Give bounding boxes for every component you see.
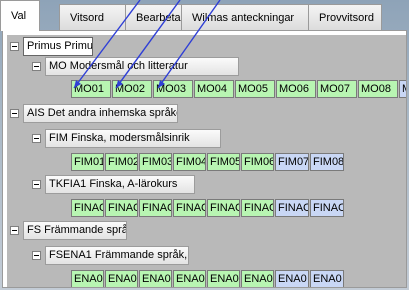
collapse-icon[interactable] (10, 109, 19, 118)
course-cell[interactable]: FIM07 (275, 153, 309, 171)
course-cell[interactable]: FINAC (139, 199, 172, 217)
course-cell[interactable]: FINAC (207, 199, 240, 217)
course-cell[interactable]: MO08 (358, 80, 398, 98)
course-cell[interactable]: MO04 (194, 80, 234, 98)
course-cell[interactable]: FIM06 (241, 153, 274, 171)
course-cell[interactable]: MO06 (276, 80, 316, 98)
collapse-icon[interactable] (32, 134, 41, 143)
course-cell[interactable]: FINAC (71, 199, 104, 217)
course-cell[interactable]: ENA0 (310, 270, 344, 287)
course-cell[interactable]: FIM03 (139, 153, 172, 171)
course-cell[interactable]: FINAC (241, 199, 274, 217)
course-cell[interactable]: MO05 (235, 80, 275, 98)
tab-val[interactable]: Val (0, 0, 40, 31)
course-cell[interactable]: MO03 (153, 80, 193, 98)
tab-bar: Val Vitsord Bearbeta Wilmas anteckningar… (0, 0, 409, 31)
course-cell[interactable]: FINAC (275, 199, 309, 217)
course-cell[interactable]: FIM08 (310, 153, 344, 171)
subgroup-fsena1-label[interactable]: FSENA1 Främmande språk, (45, 246, 189, 265)
course-cell[interactable]: FIM02 (105, 153, 138, 171)
course-cell[interactable]: ENA0 (139, 270, 172, 287)
course-cell[interactable]: ENA0 (241, 270, 274, 287)
course-cell[interactable]: FIM01 (71, 153, 104, 171)
course-cell[interactable]: FINAC (173, 199, 206, 217)
group-mo-label[interactable]: MO Modersmål och litteratur (45, 57, 239, 76)
course-cell[interactable]: ENA0 (71, 270, 104, 287)
tab-wilmas-anteckningar[interactable]: Wilmas anteckningar (181, 4, 309, 30)
course-cell[interactable]: FIM05 (207, 153, 240, 171)
subgroup-fim-label[interactable]: FIM Finska, modersmålsinrik (45, 129, 221, 148)
course-cell[interactable]: FIM04 (173, 153, 206, 171)
group-fs-label[interactable]: FS Främmande språk (23, 221, 127, 240)
course-cell[interactable]: FINAC (310, 199, 344, 217)
group-ais-label[interactable]: AIS Det andra inhemska språket (23, 104, 178, 123)
tab-panel: Primus Primus MO Modersmål och litteratu… (2, 30, 407, 288)
subgroup-tkfia1-label[interactable]: TKFIA1 Finska, A-lärokurs (45, 175, 195, 194)
collapse-icon[interactable] (32, 180, 41, 189)
collapse-icon[interactable] (10, 42, 19, 51)
course-tree: Primus Primus MO Modersmål och litteratu… (7, 35, 406, 287)
course-cell[interactable]: MO02 (112, 80, 152, 98)
course-cell[interactable]: ENA0 (105, 270, 138, 287)
collapse-icon[interactable] (32, 62, 41, 71)
tab-bearbeta[interactable]: Bearbeta (125, 4, 185, 30)
course-cell[interactable]: ENA0 (207, 270, 240, 287)
tab-provvitsord[interactable]: Provvitsord (308, 4, 382, 30)
root-node-label[interactable]: Primus Primus (23, 37, 93, 56)
collapse-icon[interactable] (10, 226, 19, 235)
course-cell[interactable]: MO07 (317, 80, 357, 98)
course-cell[interactable]: ENA0 (173, 270, 206, 287)
course-cell[interactable]: ENA0 (275, 270, 309, 287)
course-cell[interactable]: FINAC (105, 199, 138, 217)
tab-vitsord[interactable]: Vitsord (59, 4, 126, 30)
course-cell[interactable]: MO01 (71, 80, 111, 98)
collapse-icon[interactable] (32, 251, 41, 260)
course-cell[interactable]: MC (399, 80, 406, 98)
